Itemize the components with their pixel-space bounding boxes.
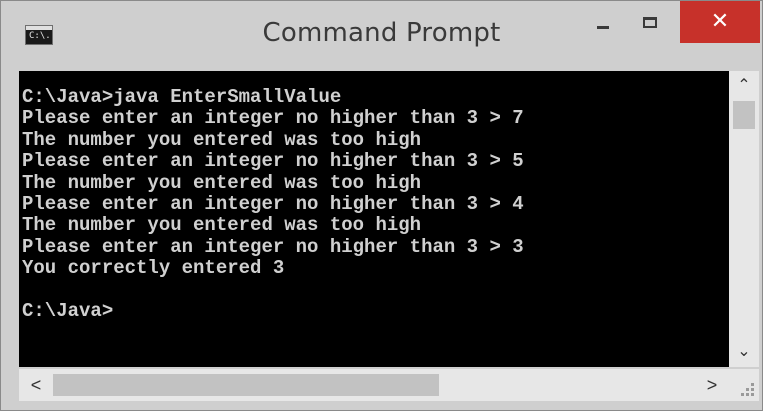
horizontal-scrollbar[interactable]: < > [19, 369, 729, 401]
console-line: The number you entered was too high [22, 128, 422, 151]
vertical-scroll-thumb[interactable] [733, 101, 755, 129]
console-output[interactable]: C:\Java>java EnterSmallValue Please ente… [19, 71, 729, 367]
console-line: C:\Java> [22, 300, 114, 323]
console-line: Please enter an integer no higher than 3… [22, 235, 524, 258]
console-line: C:\Java>java EnterSmallValue [22, 86, 342, 108]
minimize-button[interactable] [586, 1, 620, 43]
close-icon: ✕ [710, 9, 730, 34]
minimize-icon [597, 25, 609, 29]
close-button[interactable]: ✕ [680, 1, 760, 43]
horizontal-scroll-thumb[interactable] [53, 374, 439, 396]
maximize-icon [643, 16, 657, 28]
console-line: Please enter an integer no higher than 3… [22, 150, 524, 173]
console-line: The number you entered was too high [22, 171, 422, 194]
scroll-right-icon[interactable]: > [701, 369, 723, 401]
scroll-down-icon[interactable]: ⌄ [729, 341, 759, 363]
console-line: You correctly entered 3 [22, 257, 285, 280]
maximize-button[interactable] [633, 1, 667, 43]
console-line: Please enter an integer no higher than 3… [22, 193, 524, 216]
resize-grip-icon[interactable] [729, 369, 759, 401]
console-line: The number you entered was too high [22, 214, 422, 237]
vertical-scrollbar[interactable]: ⌃ ⌄ [729, 71, 759, 367]
command-prompt-window: C:\. Command Prompt ✕ C:\Java>java Enter… [0, 0, 763, 411]
scroll-up-icon[interactable]: ⌃ [729, 75, 759, 97]
title-bar[interactable]: C:\. Command Prompt ✕ [1, 1, 762, 63]
console-line: Please enter an integer no higher than 3… [22, 107, 524, 130]
console-text: C:\Java>java EnterSmallValue Please ente… [19, 71, 729, 322]
scroll-left-icon[interactable]: < [25, 369, 47, 401]
